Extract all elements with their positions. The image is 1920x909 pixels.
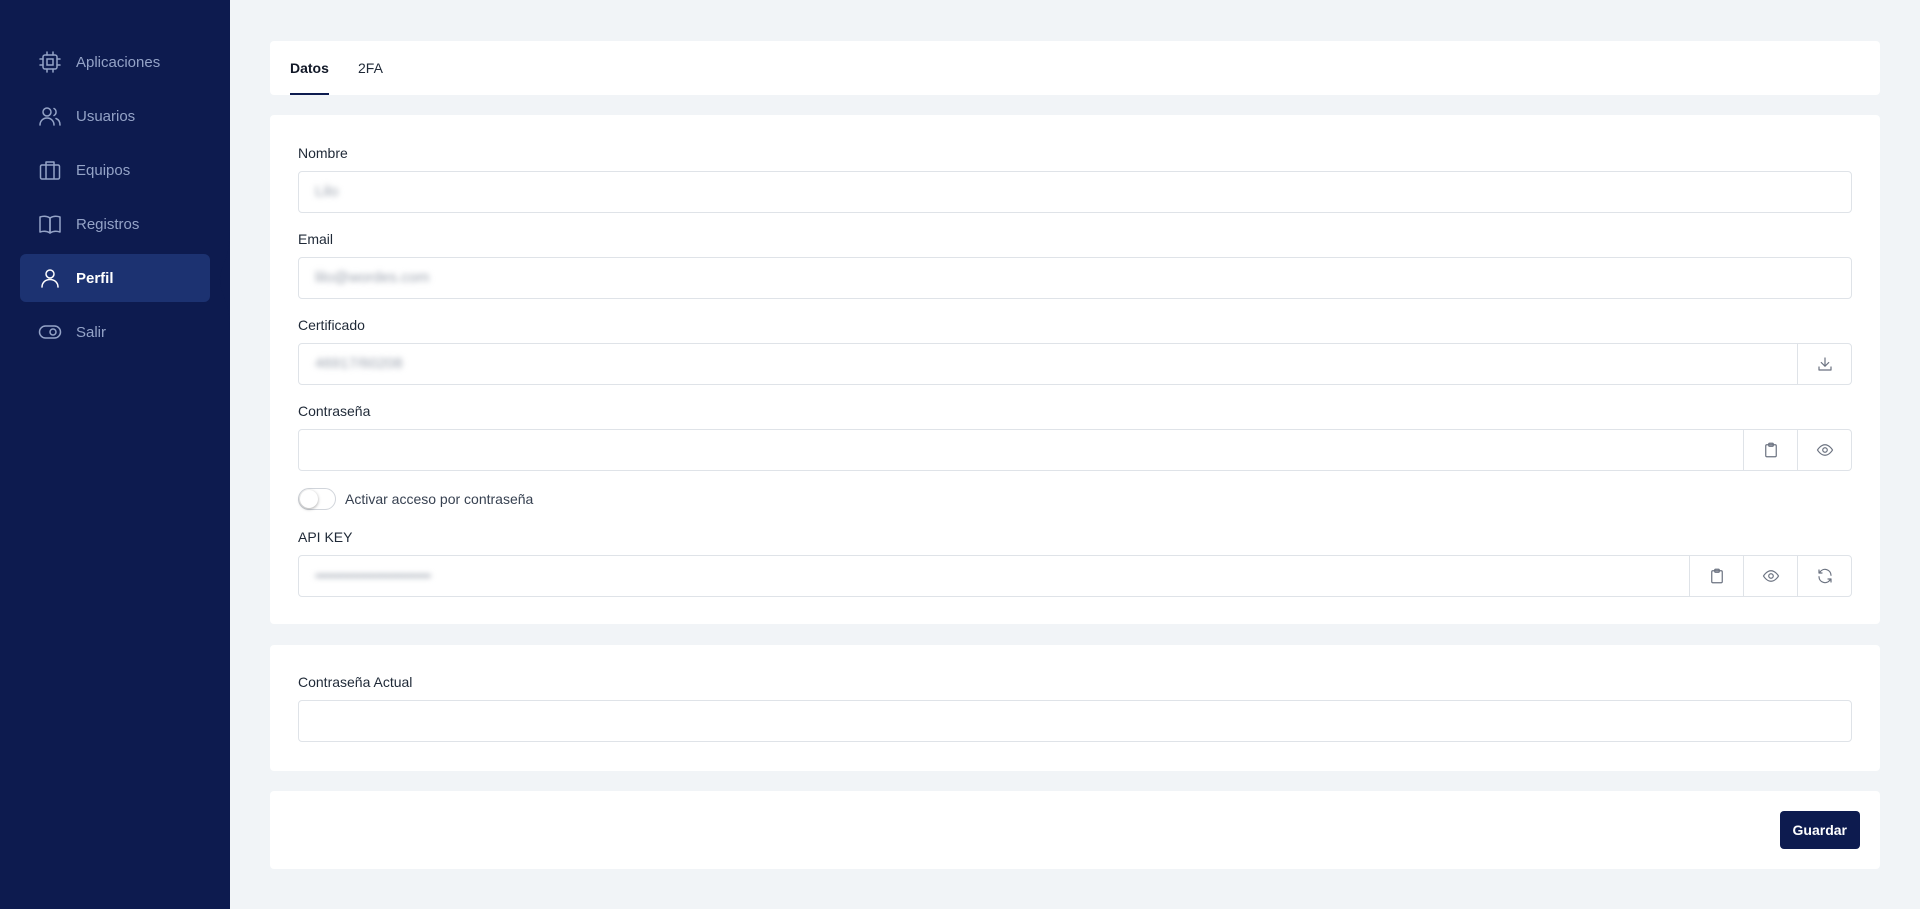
current-password-value	[299, 701, 1851, 741]
save-button[interactable]: Guardar	[1779, 811, 1860, 849]
contrasena-field[interactable]	[298, 429, 1852, 471]
email-value: lilo@wordes.com	[315, 269, 430, 286]
certificado-value: 46917/60208	[315, 355, 403, 372]
user-icon	[38, 266, 62, 290]
sidebar-item-registros[interactable]: Registros	[20, 200, 210, 248]
sidebar-item-label: Registros	[76, 215, 140, 233]
show-password-button[interactable]	[1797, 430, 1851, 470]
contrasena-value	[299, 430, 1743, 470]
regenerate-api-key-button[interactable]	[1797, 556, 1851, 596]
email-field[interactable]: lilo@wordes.com	[298, 257, 1852, 299]
sidebar-item-label: Salir	[76, 323, 107, 341]
tab-datos[interactable]: Datos	[290, 41, 329, 95]
eye-icon	[1762, 570, 1779, 582]
api-key-value: ••••••••••••••••••••••••••••••••••••	[315, 569, 431, 583]
sidebar-notch	[218, 230, 230, 330]
show-api-key-button[interactable]	[1743, 556, 1797, 596]
current-password-label: Contraseña Actual	[298, 674, 413, 690]
sidebar-item-aplicaciones[interactable]: Aplicaciones	[20, 38, 210, 86]
book-icon	[38, 212, 62, 236]
copy-api-key-button[interactable]	[1689, 556, 1743, 596]
toggle-icon	[38, 320, 62, 344]
refresh-icon	[1817, 568, 1832, 584]
sidebar-nav: Aplicaciones Usuarios Equipos Registros …	[20, 38, 210, 362]
sidebar-item-salir[interactable]: Salir	[20, 308, 210, 356]
password-access-toggle-row: Activar acceso por contraseña	[298, 488, 533, 510]
toggle-knob	[300, 490, 318, 508]
contrasena-label: Contraseña	[298, 403, 371, 419]
download-icon	[1817, 357, 1832, 371]
sidebar-item-label: Aplicaciones	[76, 53, 161, 71]
download-certificate-button[interactable]	[1797, 344, 1851, 384]
eye-icon	[1816, 444, 1833, 456]
users-icon	[38, 104, 62, 128]
api-key-field[interactable]: ••••••••••••••••••••••••••••••••••••	[298, 555, 1852, 597]
password-access-toggle-label: Activar acceso por contraseña	[345, 491, 534, 507]
profile-form-card: Nombre Lilo Email lilo@wordes.com Certif…	[270, 115, 1880, 624]
sidebar-item-perfil[interactable]: Perfil	[20, 254, 210, 302]
email-label: Email	[298, 231, 334, 247]
tabs-card: Datos 2FA	[270, 41, 1880, 95]
sidebar-item-label: Usuarios	[76, 107, 136, 125]
chip-icon	[38, 50, 62, 74]
current-password-card: Contraseña Actual	[270, 645, 1880, 771]
current-password-field[interactable]	[298, 700, 1852, 742]
sidebar: Aplicaciones Usuarios Equipos Registros …	[0, 0, 230, 909]
copy-password-button[interactable]	[1743, 430, 1797, 470]
sidebar-item-usuarios[interactable]: Usuarios	[20, 92, 210, 140]
certificado-field[interactable]: 46917/60208	[298, 343, 1852, 385]
nombre-value: Lilo	[315, 183, 339, 200]
tab-2fa[interactable]: 2FA	[358, 41, 383, 95]
briefcase-icon	[38, 158, 62, 182]
sidebar-item-label: Perfil	[76, 269, 114, 287]
nombre-field[interactable]: Lilo	[298, 171, 1852, 213]
actions-card: Guardar	[270, 791, 1880, 869]
clipboard-icon	[1764, 442, 1777, 458]
clipboard-icon	[1710, 568, 1723, 584]
certificado-label: Certificado	[298, 317, 365, 333]
sidebar-item-equipos[interactable]: Equipos	[20, 146, 210, 194]
nombre-label: Nombre	[298, 145, 348, 161]
api-key-label: API KEY	[298, 529, 353, 545]
sidebar-item-label: Equipos	[76, 161, 131, 179]
password-access-toggle[interactable]	[298, 488, 336, 510]
